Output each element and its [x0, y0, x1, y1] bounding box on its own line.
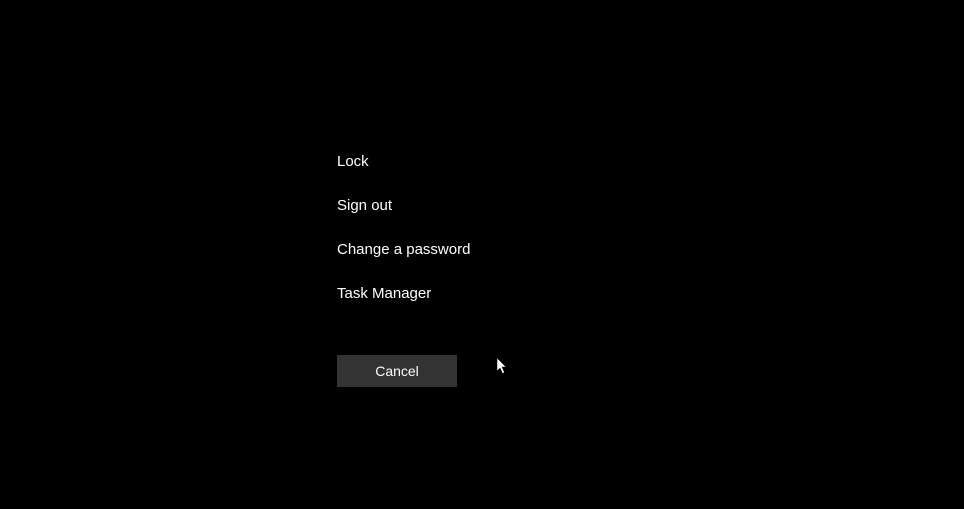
change-password-option[interactable]: Change a password: [337, 240, 470, 260]
task-manager-option[interactable]: Task Manager: [337, 284, 470, 304]
cursor-icon: [497, 358, 509, 376]
lock-option[interactable]: Lock: [337, 152, 470, 172]
sign-out-option[interactable]: Sign out: [337, 196, 470, 216]
cancel-button[interactable]: Cancel: [337, 355, 457, 387]
security-options-menu: Lock Sign out Change a password Task Man…: [337, 152, 470, 328]
